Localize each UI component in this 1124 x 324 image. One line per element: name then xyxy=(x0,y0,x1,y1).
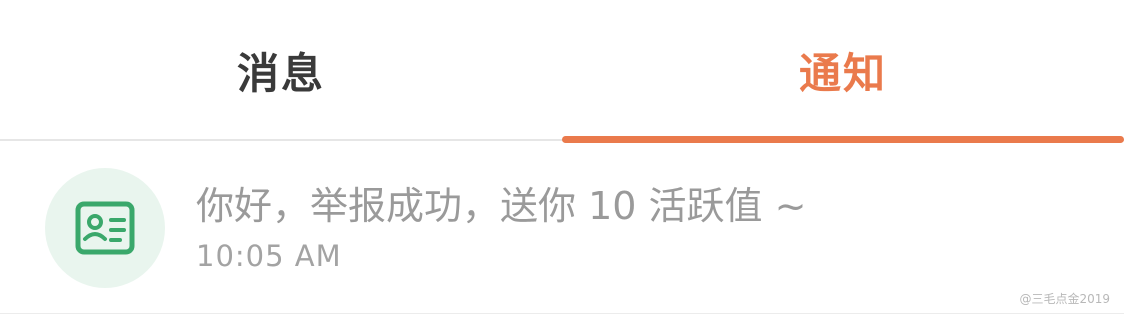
active-tab-indicator xyxy=(562,136,1124,143)
notifications-page: 消息 通知 你好，举报成功，送你 10 活跃值 ~ 10:05 AM @三毛点金… xyxy=(0,0,1124,324)
tab-messages-label: 消息 xyxy=(236,48,325,98)
notification-item[interactable]: 你好，举报成功，送你 10 活跃值 ~ 10:05 AM xyxy=(0,143,1124,313)
tab-messages[interactable]: 消息 xyxy=(0,0,562,140)
id-card-icon xyxy=(75,201,135,255)
tab-notifications[interactable]: 通知 xyxy=(562,0,1124,140)
tab-notifications-label: 通知 xyxy=(798,48,887,98)
watermark: @三毛点金2019 xyxy=(1019,292,1110,306)
list-divider xyxy=(0,313,1124,314)
notification-timestamp: 10:05 AM xyxy=(196,239,342,273)
tab-bar: 消息 通知 xyxy=(0,0,1124,143)
notification-avatar xyxy=(45,168,165,288)
notification-message: 你好，举报成功，送你 10 活跃值 ~ xyxy=(196,184,807,228)
